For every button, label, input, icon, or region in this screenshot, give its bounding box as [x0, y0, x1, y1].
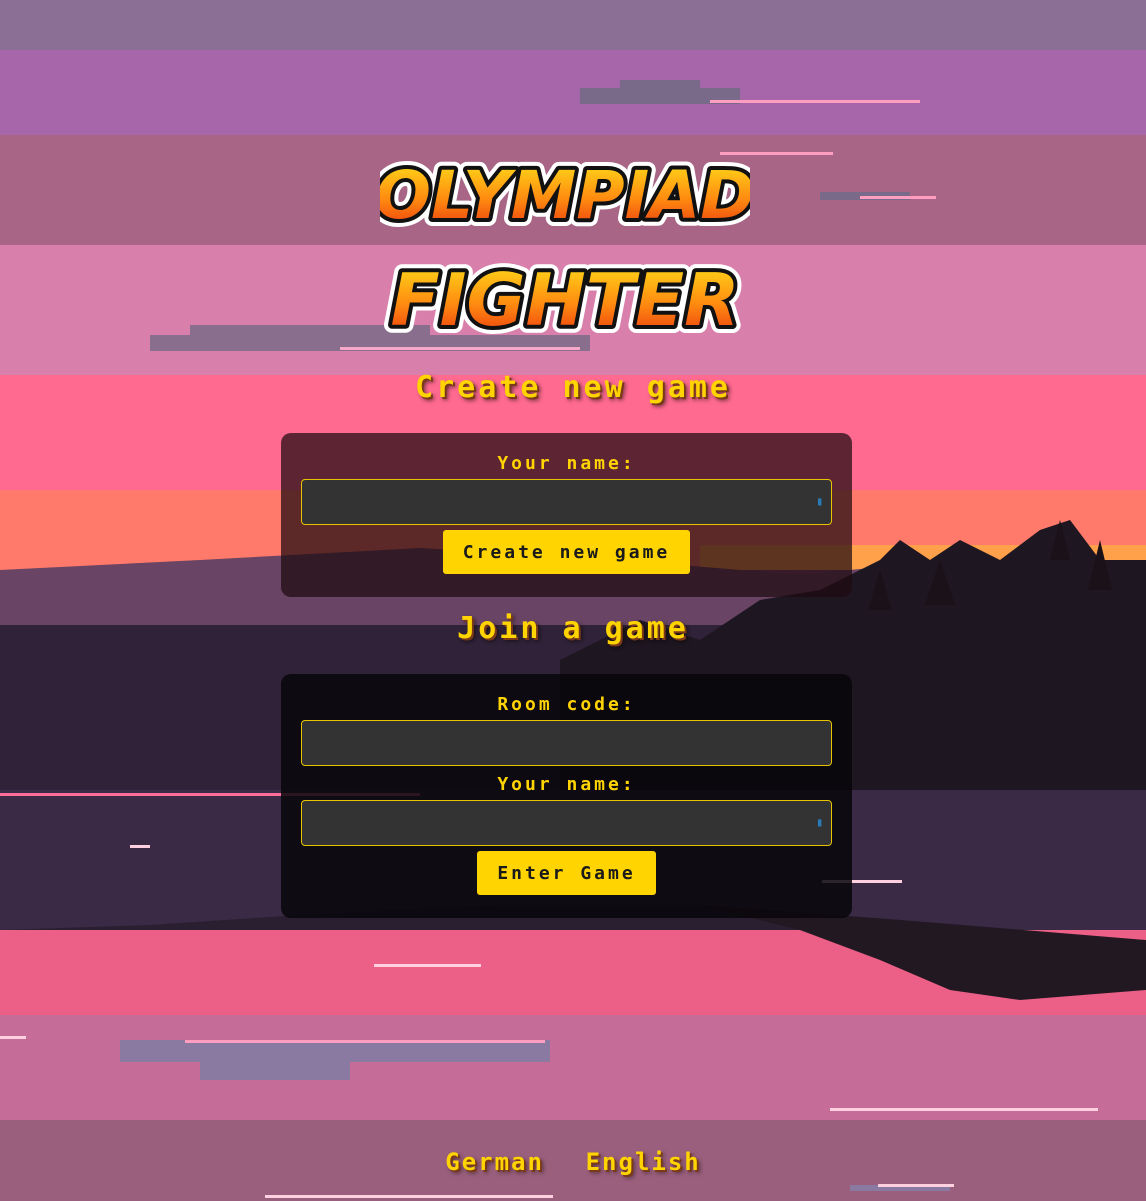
join-game-panel: Room code: Your name: ▮ Enter Game: [281, 674, 852, 918]
svg-text:FIGHTER: FIGHTER: [390, 258, 739, 342]
olympiad-fighter-logo: OLYMPIAD OLYMPIAD OLYMPIAD FIGHTER FIGHT…: [367, 149, 763, 350]
create-game-button[interactable]: Create new game: [442, 530, 691, 574]
create-name-input-wrap: ▮: [301, 479, 832, 525]
join-name-input-wrap: ▮: [301, 800, 832, 846]
room-code-label: Room code:: [497, 694, 636, 715]
room-code-input-wrap: [301, 720, 832, 766]
create-game-panel: Your name: ▮ Create new game: [281, 433, 852, 597]
game-logo: OLYMPIAD OLYMPIAD OLYMPIAD FIGHTER FIGHT…: [367, 120, 763, 350]
language-german-link[interactable]: German: [445, 1148, 544, 1176]
join-name-input[interactable]: [301, 800, 832, 846]
create-name-label: Your name:: [497, 453, 636, 474]
language-switcher: German English: [0, 1148, 1146, 1176]
svg-text:OLYMPIAD: OLYMPIAD: [380, 157, 750, 234]
join-game-heading: Join a game: [457, 611, 689, 646]
enter-game-button[interactable]: Enter Game: [477, 851, 656, 895]
language-english-link[interactable]: English: [586, 1148, 701, 1176]
room-code-input[interactable]: [301, 720, 832, 766]
join-name-label: Your name:: [497, 774, 636, 795]
create-game-heading: Create new game: [415, 370, 731, 405]
create-name-input[interactable]: [301, 479, 832, 525]
